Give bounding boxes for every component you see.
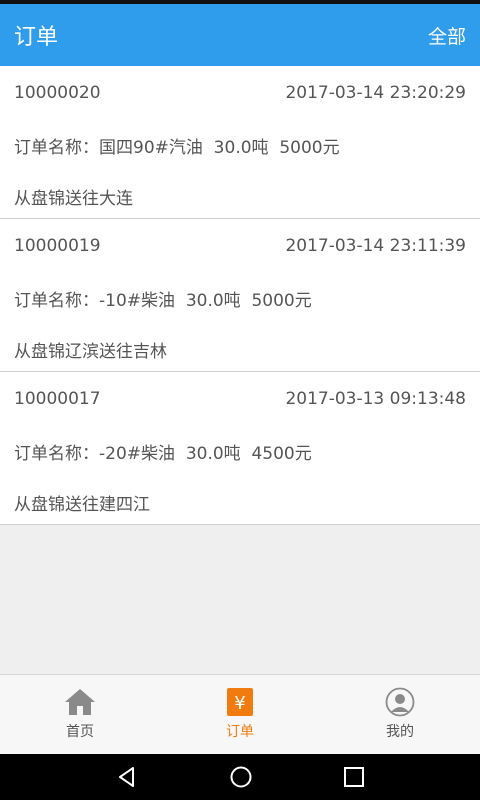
home-circle-icon[interactable] — [229, 765, 253, 789]
order-id: 10000020 — [14, 83, 101, 103]
tab-orders-label: 订单 — [226, 724, 254, 740]
yen-order-icon: ¥ — [227, 688, 253, 716]
filter-all-button[interactable]: 全部 — [428, 22, 466, 49]
back-icon[interactable] — [115, 765, 139, 789]
home-icon — [65, 689, 95, 715]
order-item[interactable]: 10000017 2017-03-13 09:13:48 订单名称：-20#柴油… — [0, 372, 480, 525]
order-route: 从盘锦送往建四江 — [14, 495, 150, 515]
tab-home[interactable]: 首页 — [0, 675, 160, 754]
tab-profile[interactable]: 我的 — [320, 675, 480, 754]
tab-orders[interactable]: ¥ 订单 — [160, 675, 320, 754]
order-item[interactable]: 10000020 2017-03-14 23:20:29 订单名称：国四90#汽… — [0, 66, 480, 219]
tab-profile-label: 我的 — [386, 724, 414, 740]
order-name: 订单名称：-20#柴油 30.0吨 4500元 — [14, 444, 312, 464]
order-route: 从盘锦辽滨送往吉林 — [14, 342, 167, 362]
order-time: 2017-03-14 23:11:39 — [285, 236, 466, 256]
order-time: 2017-03-14 23:20:29 — [285, 83, 466, 103]
tab-home-label: 首页 — [66, 724, 94, 740]
order-name: 订单名称：-10#柴油 30.0吨 5000元 — [14, 291, 312, 311]
bottom-tab-bar: 首页 ¥ 订单 我的 — [0, 674, 480, 754]
recents-icon[interactable] — [343, 766, 365, 788]
svg-text:¥: ¥ — [234, 693, 245, 714]
order-list: 10000020 2017-03-14 23:20:29 订单名称：国四90#汽… — [0, 66, 480, 525]
order-id: 10000019 — [14, 236, 101, 256]
order-id: 10000017 — [14, 389, 101, 409]
page-title: 订单 — [14, 25, 59, 50]
order-route: 从盘锦送往大连 — [14, 189, 133, 209]
order-item[interactable]: 10000019 2017-03-14 23:11:39 订单名称：-10#柴油… — [0, 219, 480, 372]
system-nav-bar — [0, 754, 480, 800]
order-time: 2017-03-13 09:13:48 — [285, 389, 466, 409]
profile-icon — [385, 687, 415, 717]
order-name: 订单名称：国四90#汽油 30.0吨 5000元 — [14, 138, 340, 158]
app-bar: 订单 全部 — [0, 4, 480, 66]
